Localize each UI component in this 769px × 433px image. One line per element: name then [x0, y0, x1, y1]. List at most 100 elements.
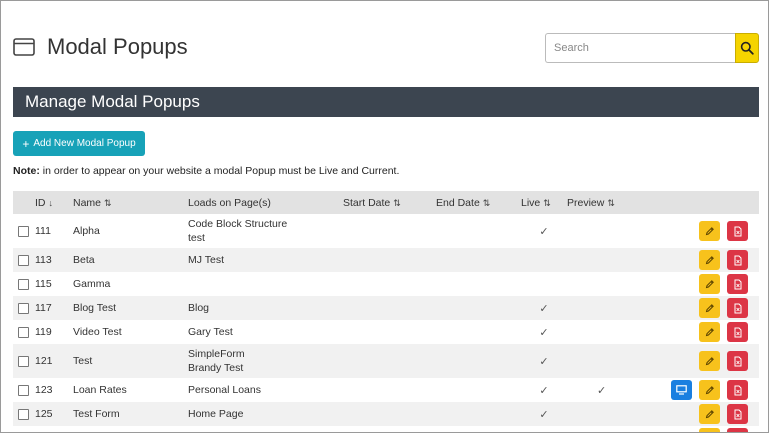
row-select-cell: [13, 426, 35, 432]
row-checkbox[interactable]: [18, 384, 29, 396]
row-select-cell: [13, 402, 35, 426]
cell-name: Blog Test: [73, 296, 188, 320]
cell-start-date: [343, 378, 436, 402]
cell-id: 113: [35, 248, 73, 272]
sort-arrows-icon: ⇅: [393, 197, 401, 208]
row-checkbox[interactable]: [18, 326, 29, 338]
action-spacer: [671, 322, 692, 342]
edit-button[interactable]: [699, 404, 720, 424]
column-header-loads: Loads on Page(s): [188, 191, 343, 214]
cell-name: Beta: [73, 248, 188, 272]
loads-page-item: Blog: [188, 302, 210, 314]
cell-end-date: [436, 272, 521, 296]
edit-button[interactable]: [699, 380, 720, 400]
row-checkbox[interactable]: [18, 355, 29, 367]
sort-arrows-icon: ⇅: [482, 197, 491, 208]
table-header-row: ID ↓ Name ⇅ Loads on Page(s) Start Date ⇅ E…: [13, 191, 759, 214]
loads-page-item: MJ Test: [188, 254, 224, 266]
action-spacer: [671, 298, 692, 318]
row-select-cell: [13, 214, 35, 248]
row-checkbox[interactable]: [18, 302, 29, 314]
column-header-start-date[interactable]: Start Date ⇅: [343, 191, 436, 214]
cell-actions: [671, 344, 759, 378]
action-spacer: [671, 404, 692, 424]
column-header-actions: [671, 191, 759, 214]
cell-id: 111: [35, 214, 73, 248]
cell-name: Test: [73, 344, 188, 378]
cell-actions: [671, 426, 759, 432]
table-row: 113 Beta MJ Test: [13, 248, 759, 272]
row-select-cell: [13, 378, 35, 402]
cell-loads-on-pages: Code Block Structure test: [188, 214, 343, 248]
column-header-preview[interactable]: Preview ⇅: [567, 191, 671, 214]
preview-button[interactable]: [671, 380, 692, 400]
delete-button[interactable]: [727, 274, 748, 294]
table-row: 123 Loan Rates Personal Loans ✓ ✓: [13, 378, 759, 402]
cell-end-date: [436, 248, 521, 272]
column-header-live[interactable]: Live ⇅: [521, 191, 567, 214]
sort-arrows-icon: ⇅: [104, 197, 112, 208]
table-body: 111 Alpha Code Block Structure test ✓ 113 Beta…: [13, 214, 759, 432]
column-header-end-date[interactable]: End Date ⇅: [436, 191, 521, 214]
action-spacer: [671, 428, 692, 432]
cell-loads-on-pages: Home Page: [188, 402, 343, 426]
table-row: [13, 426, 759, 432]
row-select-cell: [13, 272, 35, 296]
action-spacer: [671, 250, 692, 270]
edit-button[interactable]: [699, 298, 720, 318]
cell-actions: [671, 248, 759, 272]
delete-file-icon: [734, 385, 741, 395]
edit-button[interactable]: [699, 274, 720, 294]
delete-button[interactable]: [727, 221, 748, 241]
column-header-name[interactable]: Name ⇅: [73, 191, 188, 214]
cell-name: Gamma: [73, 272, 188, 296]
cell-live: ✓: [521, 214, 567, 248]
row-checkbox[interactable]: [18, 278, 29, 290]
pencil-icon: [705, 410, 714, 419]
delete-button[interactable]: [727, 428, 748, 432]
search-input[interactable]: [545, 33, 735, 63]
delete-button[interactable]: [727, 322, 748, 342]
delete-file-icon: [734, 409, 741, 419]
delete-button[interactable]: [727, 250, 748, 270]
section-header: Manage Modal Popups: [13, 87, 759, 117]
check-icon: ✓: [539, 225, 549, 238]
delete-button[interactable]: [727, 380, 748, 400]
row-select-cell: [13, 296, 35, 320]
cell-preview: [567, 320, 671, 344]
edit-button[interactable]: [699, 428, 720, 432]
row-checkbox[interactable]: [18, 254, 29, 266]
edit-button[interactable]: [699, 351, 720, 371]
cell-id: [35, 426, 73, 432]
cell-name: Loan Rates: [73, 378, 188, 402]
row-checkbox[interactable]: [18, 225, 29, 237]
edit-button[interactable]: [699, 250, 720, 270]
column-header-id[interactable]: ID ↓: [35, 191, 73, 214]
search-button[interactable]: [735, 33, 759, 63]
table-row: 119 Video Test Gary Test ✓: [13, 320, 759, 344]
monitor-icon: [676, 385, 687, 395]
cell-live: ✓: [521, 378, 567, 402]
cell-end-date: [436, 296, 521, 320]
cell-name: Alpha: [73, 214, 188, 248]
edit-button[interactable]: [699, 322, 720, 342]
table-row: 115 Gamma: [13, 272, 759, 296]
delete-button[interactable]: [727, 298, 748, 318]
delete-button[interactable]: [727, 404, 748, 424]
cell-loads-on-pages: MJ Test: [188, 248, 343, 272]
delete-file-icon: [734, 327, 741, 337]
cell-name: Video Test: [73, 320, 188, 344]
cell-loads-on-pages: Blog: [188, 296, 343, 320]
note-label: Note:: [13, 165, 40, 177]
row-checkbox[interactable]: [18, 408, 29, 420]
edit-button[interactable]: [699, 221, 720, 241]
cell-preview: [567, 248, 671, 272]
app-frame: Modal Popups Manage Modal Popups + Add N…: [0, 0, 769, 433]
cell-actions: [671, 378, 759, 402]
add-modal-popup-button[interactable]: + Add New Modal Popup: [13, 131, 145, 156]
cell-preview: [567, 344, 671, 378]
cell-loads-on-pages: Personal Loans: [188, 378, 343, 402]
delete-button[interactable]: [727, 351, 748, 371]
cell-loads-on-pages: [188, 426, 343, 432]
action-spacer: [671, 351, 692, 371]
